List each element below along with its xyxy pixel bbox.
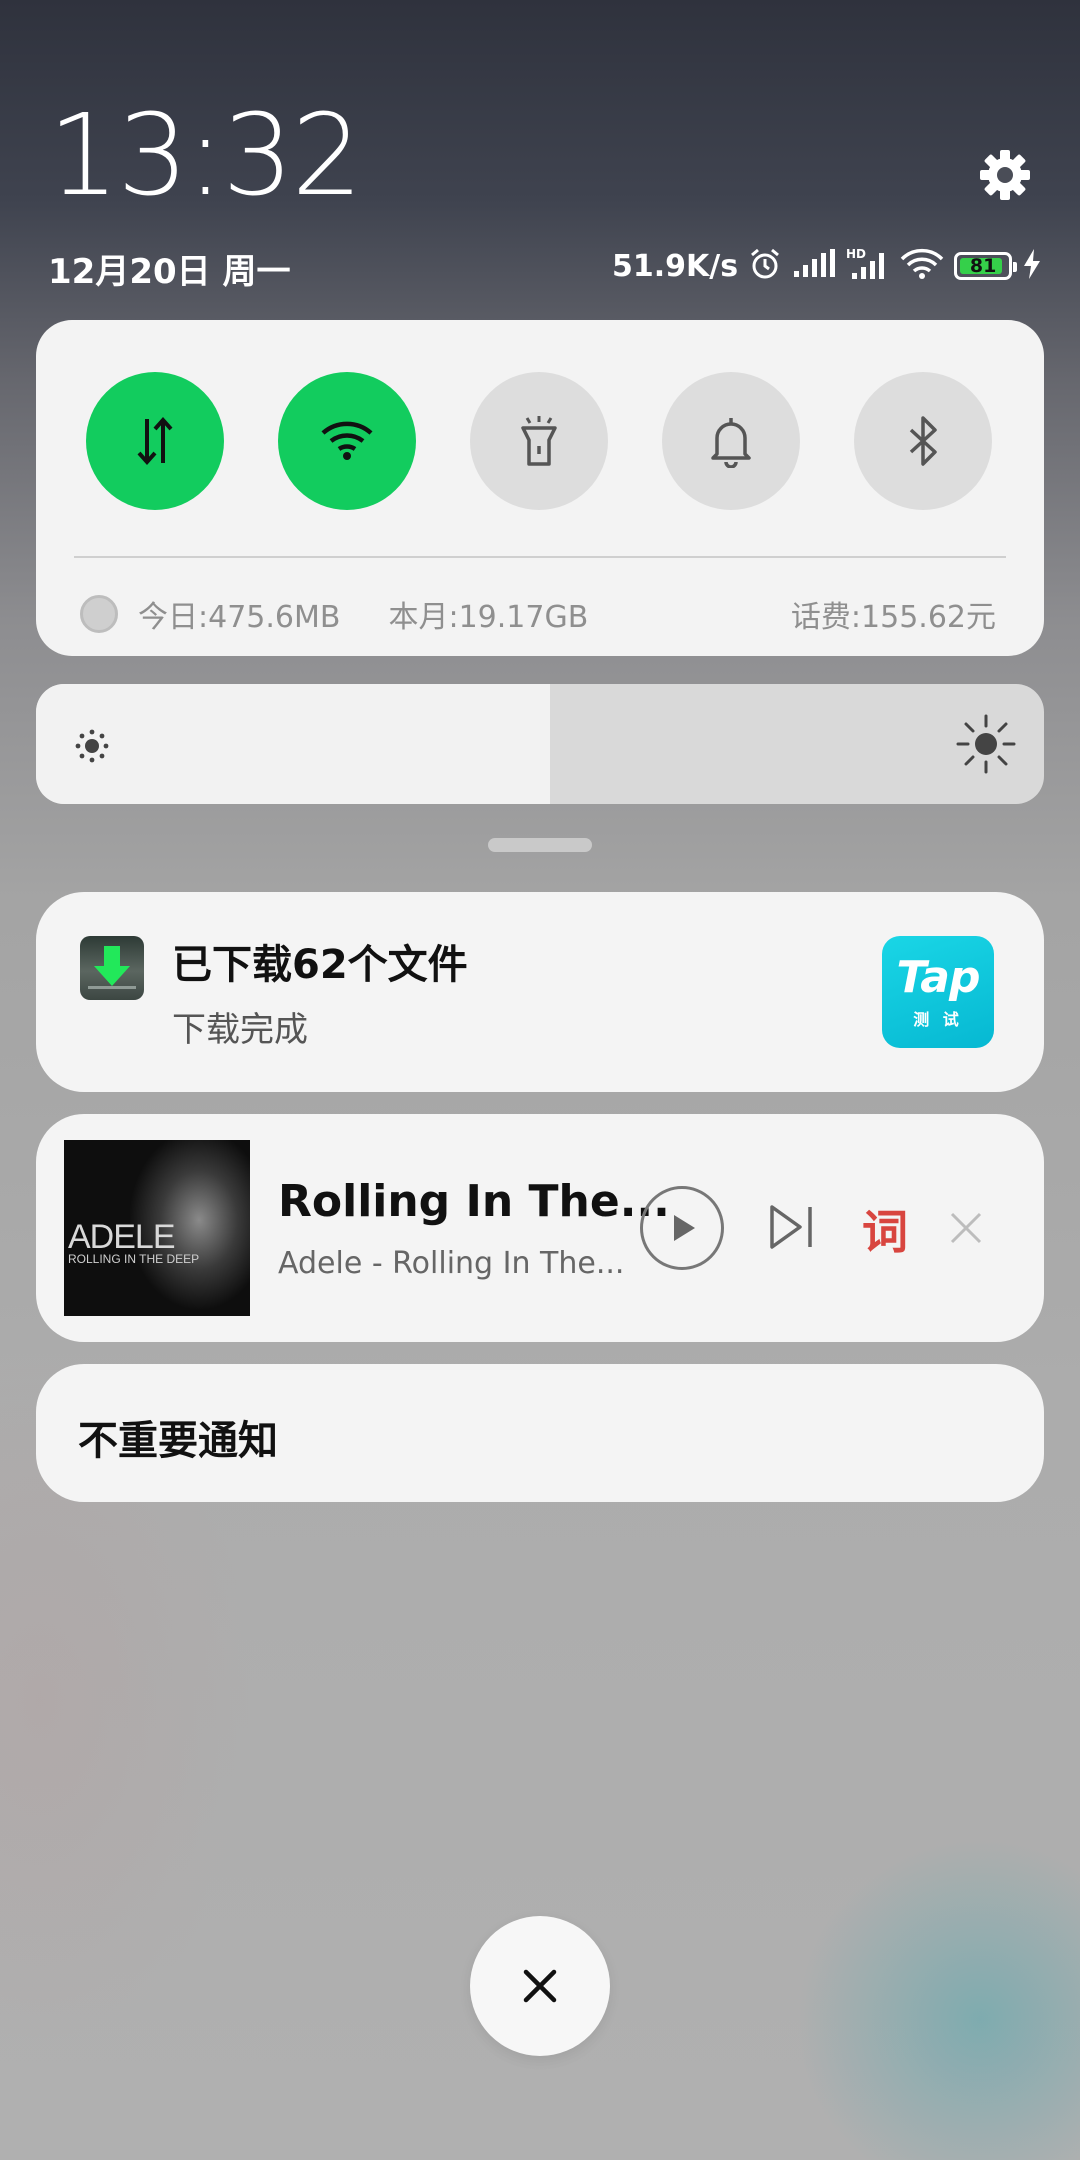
song-artist-album: Adele - Rolling In The... xyxy=(278,1246,625,1281)
signal-icon xyxy=(792,249,836,283)
download-app-icon xyxy=(80,936,144,1000)
phone-fee: 话费:155.62元 xyxy=(790,600,996,635)
skip-next-icon xyxy=(770,1205,812,1249)
next-button[interactable] xyxy=(766,1202,816,1256)
clear-all-button[interactable] xyxy=(470,1916,610,2056)
album-art: ADELE ROLLING IN THE DEEP xyxy=(64,1140,250,1316)
battery-level: 81 xyxy=(969,255,997,277)
svg-text:HD: HD xyxy=(846,247,866,261)
network-speed: 51.9K/s xyxy=(612,248,739,284)
data-arrows-icon xyxy=(137,416,173,466)
close-icon xyxy=(950,1212,982,1244)
taptap-logo: Tap 测 试 xyxy=(882,936,994,1048)
usage-today: 今日:475.6MB xyxy=(138,600,341,635)
quick-settings-panel: 今日:475.6MB 本月:19.17GB 话费:155.62元 xyxy=(36,320,1044,656)
unimportant-notifications[interactable]: 不重要通知 xyxy=(36,1364,1044,1502)
alarm-icon xyxy=(748,247,782,285)
date-label[interactable]: 12月20日 周一 xyxy=(48,244,290,293)
play-icon xyxy=(674,1215,695,1241)
bluetooth-icon xyxy=(909,416,937,466)
tile-sound[interactable] xyxy=(662,372,800,510)
play-button[interactable] xyxy=(640,1186,724,1270)
status-bar: 51.9K/s HD 81 xyxy=(612,244,1042,288)
tile-wifi[interactable] xyxy=(278,372,416,510)
hd-signal-icon: HD xyxy=(846,247,890,285)
wifi-icon xyxy=(900,247,944,285)
brightness-high-icon xyxy=(956,714,1016,778)
usage-indicator-icon xyxy=(80,595,118,633)
logo-subtext: 测 试 xyxy=(913,1010,963,1029)
notification-music[interactable]: ADELE ROLLING IN THE DEEP Rolling In The… xyxy=(36,1114,1044,1342)
notification-download[interactable]: 已下载62个文件 下载完成 Tap 测 试 xyxy=(36,892,1044,1092)
tile-flashlight[interactable] xyxy=(470,372,608,510)
tile-bluetooth[interactable] xyxy=(854,372,992,510)
notification-subtitle: 下载完成 xyxy=(172,1010,308,1050)
clock-time[interactable]: 13:32 xyxy=(48,100,363,212)
brightness-low-icon xyxy=(70,724,114,772)
tile-mobile-data[interactable] xyxy=(86,372,224,510)
close-button[interactable] xyxy=(948,1210,984,1250)
usage-month: 本月:19.17GB xyxy=(388,600,589,635)
song-title: Rolling In The... xyxy=(278,1176,670,1227)
logo-text: Tap xyxy=(896,952,981,1003)
drag-handle[interactable] xyxy=(488,838,592,852)
flashlight-icon xyxy=(521,416,557,466)
lyrics-button[interactable]: 词 xyxy=(862,1196,908,1262)
bell-icon xyxy=(711,418,751,468)
charging-icon xyxy=(1022,249,1042,283)
notification-title: 已下载62个文件 xyxy=(172,942,468,988)
battery-icon: 81 xyxy=(954,252,1018,280)
album-art-title: ROLLING IN THE DEEP xyxy=(68,1252,200,1266)
divider xyxy=(74,556,1006,558)
unimportant-label: 不重要通知 xyxy=(78,1418,278,1464)
data-usage-row[interactable]: 今日:475.6MB 本月:19.17GB 话费:155.62元 xyxy=(80,586,996,642)
wifi-icon xyxy=(321,421,373,460)
close-icon xyxy=(523,1969,557,2003)
brightness-slider[interactable] xyxy=(36,684,1044,804)
gear-icon[interactable] xyxy=(978,148,1032,202)
